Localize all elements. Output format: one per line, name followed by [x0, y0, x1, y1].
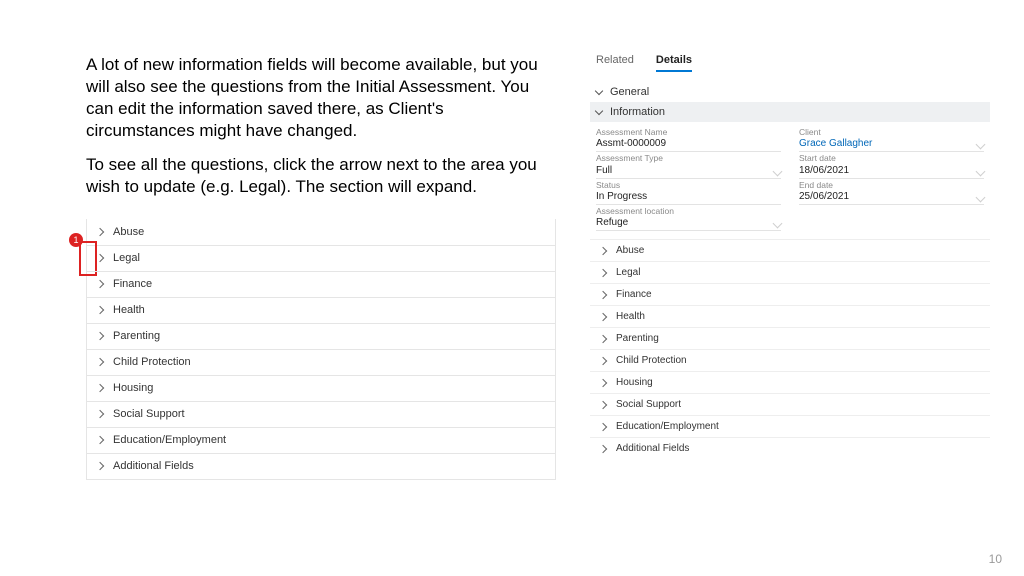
field-status[interactable]: Status In Progress [596, 181, 781, 205]
field-label: Status [596, 181, 781, 190]
chevron-right-icon [599, 357, 607, 365]
chevron-right-icon [599, 269, 607, 277]
intro-paragraph-2: To see all the questions, click the arro… [86, 154, 556, 198]
section-label: Finance [113, 278, 152, 290]
section-label: Finance [616, 289, 652, 300]
tab-related[interactable]: Related [596, 54, 634, 72]
section-row-social-support[interactable]: Social Support [590, 393, 990, 415]
tab-details[interactable]: Details [656, 54, 692, 72]
section-row-housing[interactable]: Housing [87, 375, 555, 401]
chevron-down-icon [595, 87, 603, 95]
field-value: In Progress [596, 190, 781, 205]
field-client[interactable]: Client Grace Gallagher [799, 128, 984, 152]
section-label: Additional Fields [616, 443, 689, 454]
section-header-label: Information [610, 106, 665, 118]
field-assessment-type[interactable]: Assessment Type Full [596, 154, 781, 178]
section-label: Legal [113, 252, 140, 264]
section-label: Social Support [113, 408, 185, 420]
section-label: Housing [616, 377, 653, 388]
field-value: 25/06/2021 [799, 190, 984, 205]
section-label: Health [113, 304, 145, 316]
chevron-right-icon [96, 384, 104, 392]
chevron-right-icon [96, 462, 104, 470]
chevron-right-icon [96, 358, 104, 366]
chevron-right-icon [599, 445, 607, 453]
section-label: Child Protection [113, 356, 191, 368]
chevron-right-icon [96, 306, 104, 314]
chevron-right-icon [96, 227, 104, 235]
section-header-information[interactable]: Information [590, 102, 990, 122]
field-value: 18/06/2021 [799, 164, 984, 179]
chevron-right-icon [599, 423, 607, 431]
section-row-additional-fields[interactable]: Additional Fields [87, 453, 555, 479]
section-label: Education/Employment [113, 434, 226, 446]
section-row-finance[interactable]: Finance [87, 271, 555, 297]
tab-bar: Related Details [590, 54, 990, 72]
section-row-legal[interactable]: Legal [590, 261, 990, 283]
field-value: Assmt-0000009 [596, 137, 781, 152]
section-row-education-employment[interactable]: Education/Employment [590, 415, 990, 437]
section-row-health[interactable]: Health [590, 305, 990, 327]
section-label: Education/Employment [616, 421, 719, 432]
section-label: Legal [616, 267, 640, 278]
section-header-general[interactable]: General [590, 82, 990, 102]
section-row-abuse[interactable]: Abuse [590, 239, 990, 261]
field-label: Assessment location [596, 207, 781, 216]
field-assessment-location[interactable]: Assessment location Refuge [596, 207, 781, 231]
section-row-health[interactable]: Health [87, 297, 555, 323]
section-row-education-employment[interactable]: Education/Employment [87, 427, 555, 453]
section-row-parenting[interactable]: Parenting [590, 327, 990, 349]
chevron-right-icon [599, 291, 607, 299]
chevron-right-icon [599, 379, 607, 387]
section-row-child-protection[interactable]: Child Protection [590, 349, 990, 371]
chevron-right-icon [96, 254, 104, 262]
chevron-down-icon [595, 107, 603, 115]
right-section-list: Abuse Legal Finance Health Parenting Chi… [590, 239, 990, 459]
section-header-label: General [610, 86, 649, 98]
field-label: End date [799, 181, 984, 190]
chevron-right-icon [599, 247, 607, 255]
field-label: Assessment Type [596, 154, 781, 163]
section-row-finance[interactable]: Finance [590, 283, 990, 305]
section-row-abuse[interactable]: Abuse [87, 219, 555, 245]
field-label: Assessment Name [596, 128, 781, 137]
section-label: Social Support [616, 399, 681, 410]
field-assessment-name[interactable]: Assessment Name Assmt-0000009 [596, 128, 781, 152]
callout-number: 1 [69, 233, 83, 247]
section-row-parenting[interactable]: Parenting [87, 323, 555, 349]
chevron-right-icon [599, 335, 607, 343]
section-row-housing[interactable]: Housing [590, 371, 990, 393]
section-row-additional-fields[interactable]: Additional Fields [590, 437, 990, 459]
field-start-date[interactable]: Start date 18/06/2021 [799, 154, 984, 178]
section-row-legal[interactable]: 1 Legal [87, 245, 555, 271]
field-end-date[interactable]: End date 25/06/2021 [799, 181, 984, 205]
field-value[interactable]: Grace Gallagher [799, 137, 984, 152]
chevron-right-icon [96, 410, 104, 418]
section-label: Abuse [113, 226, 144, 238]
intro-paragraph-1: A lot of new information fields will bec… [86, 54, 556, 142]
chevron-right-icon [599, 313, 607, 321]
chevron-right-icon [96, 280, 104, 288]
chevron-right-icon [96, 436, 104, 444]
section-label: Parenting [113, 330, 160, 342]
section-label: Child Protection [616, 355, 687, 366]
chevron-right-icon [599, 401, 607, 409]
left-section-list: Abuse 1 Legal Finance Health Parenting C… [86, 219, 556, 480]
field-value: Full [596, 164, 781, 179]
section-label: Additional Fields [113, 460, 194, 472]
field-label: Client [799, 128, 984, 137]
page-number: 10 [989, 552, 1002, 566]
section-row-social-support[interactable]: Social Support [87, 401, 555, 427]
information-grid: Assessment Name Assmt-0000009 Client Gra… [590, 122, 990, 239]
section-label: Health [616, 311, 645, 322]
section-label: Abuse [616, 245, 644, 256]
section-label: Housing [113, 382, 153, 394]
chevron-right-icon [96, 332, 104, 340]
field-value: Refuge [596, 216, 781, 231]
field-label: Start date [799, 154, 984, 163]
section-label: Parenting [616, 333, 659, 344]
section-row-child-protection[interactable]: Child Protection [87, 349, 555, 375]
